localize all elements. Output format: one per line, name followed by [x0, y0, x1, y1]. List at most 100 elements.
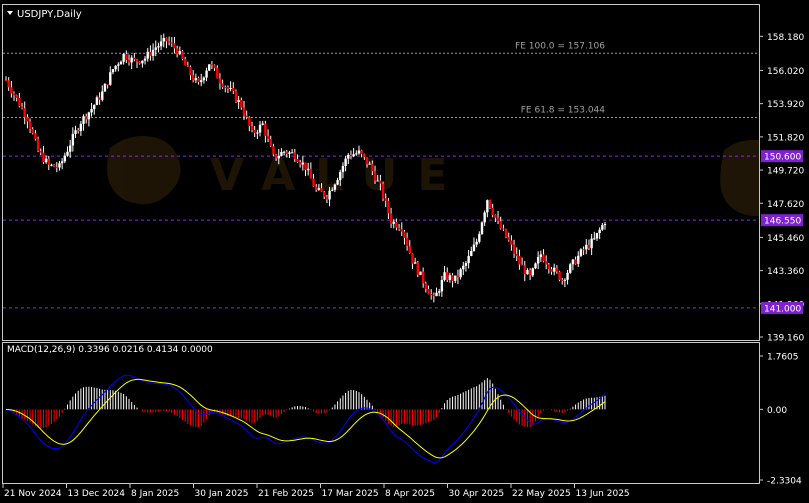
svg-text:VALUE: VALUE	[210, 150, 467, 201]
candle-bullish	[79, 123, 83, 132]
candle-bearish	[173, 43, 176, 49]
candle-bearish	[528, 270, 532, 276]
candle-bearish	[181, 51, 184, 59]
candle-bearish	[360, 150, 363, 155]
candle-bearish	[510, 240, 513, 245]
candle-bullish	[60, 161, 64, 164]
symbol-title: USDJPY,Daily	[17, 9, 82, 20]
candle-bullish	[202, 77, 206, 81]
candle-bearish	[427, 289, 430, 295]
x-tick-label: 21 Feb 2025	[258, 489, 314, 499]
candle-bearish	[512, 244, 516, 254]
candle-bearish	[138, 61, 141, 64]
candle-bullish	[539, 254, 543, 258]
candle-bearish	[451, 275, 454, 281]
candle-bearish	[31, 129, 34, 134]
candle-bearish	[191, 75, 195, 81]
price-level-badge-label: 146.550	[764, 217, 801, 227]
candle-bullish	[392, 221, 395, 224]
candle-bullish	[157, 46, 160, 48]
candle-bullish	[333, 184, 337, 190]
candle-bearish	[242, 107, 246, 116]
candle-bearish	[20, 106, 24, 109]
candle-bullish	[534, 263, 537, 269]
candle-bullish	[282, 151, 286, 153]
candle-bearish	[240, 100, 243, 108]
candle-bearish	[587, 244, 591, 249]
candle-bearish	[429, 294, 433, 296]
y-tick-label: 139.160	[767, 334, 804, 344]
candle-bearish	[269, 138, 272, 147]
candle-bullish	[438, 291, 441, 293]
candle-bearish	[515, 253, 518, 256]
candle-bearish	[10, 87, 13, 94]
candle-bullish	[194, 77, 198, 81]
candle-bullish	[109, 72, 112, 85]
candle-bullish	[154, 47, 157, 50]
candle-bearish	[304, 162, 307, 171]
candle-bullish	[44, 158, 48, 163]
fe-level-label: FE 100.0 = 157.106	[515, 41, 605, 51]
candle-bearish	[582, 249, 585, 251]
candle-bearish	[285, 151, 288, 154]
candle-bearish	[186, 65, 190, 67]
candle-bearish	[507, 237, 510, 241]
candle-bullish	[74, 130, 77, 134]
candle-bullish	[569, 264, 572, 273]
candle-bearish	[218, 78, 222, 84]
candle-bullish	[229, 87, 232, 89]
candle-bearish	[547, 264, 551, 270]
macd-y-tick-label: 0.00	[767, 406, 787, 416]
candle-bearish	[496, 217, 500, 222]
candle-bearish	[264, 123, 267, 136]
candle-bearish	[52, 164, 56, 167]
candle-bearish	[379, 180, 382, 184]
macd-indicator-label: MACD(12,26,9) 0.3396 0.0216 0.4134 0.000…	[7, 345, 213, 355]
candle-bullish	[355, 153, 358, 155]
candle-bearish	[550, 269, 553, 272]
candle-bearish	[400, 229, 403, 232]
x-tick-label: 22 May 2025	[512, 489, 571, 499]
candle-bullish	[122, 53, 125, 62]
candle-bearish	[499, 221, 502, 229]
candle-bearish	[424, 283, 428, 290]
candle-bearish	[167, 41, 171, 43]
candle-bullish	[50, 164, 53, 166]
candle-bullish	[93, 105, 96, 110]
candle-bullish	[130, 57, 133, 63]
candle-bearish	[488, 200, 492, 208]
candle-bearish	[274, 154, 278, 159]
candle-bearish	[518, 255, 521, 265]
candle-bearish	[266, 135, 270, 139]
candle-bullish	[63, 155, 67, 162]
candle-bullish	[344, 158, 347, 166]
candle-bullish	[443, 272, 446, 280]
x-tick-label: 30 Apr 2025	[449, 489, 505, 499]
candle-bullish	[336, 180, 339, 185]
candle-bearish	[389, 213, 393, 224]
symbol-header[interactable]: USDJPY,Daily	[7, 9, 82, 20]
candle-bullish	[413, 262, 417, 264]
candle-bearish	[320, 188, 323, 192]
candle-bullish	[117, 64, 120, 66]
candle-bullish	[352, 154, 355, 157]
candle-bearish	[234, 91, 238, 103]
candle-bullish	[119, 61, 123, 65]
candle-bullish	[585, 244, 588, 250]
candle-bullish	[71, 133, 75, 146]
y-tick-label: 143.360	[767, 267, 804, 277]
candle-bearish	[446, 272, 449, 280]
candle-bearish	[373, 171, 377, 181]
candle-bearish	[542, 254, 545, 262]
candle-bullish	[435, 292, 438, 297]
candle-bullish	[376, 180, 379, 182]
candle-bullish	[480, 222, 484, 234]
candle-bullish	[82, 116, 85, 124]
candle-bearish	[502, 228, 505, 230]
candle-bullish	[467, 255, 470, 264]
candle-bearish	[232, 87, 235, 92]
x-tick-label: 13 Dec 2024	[68, 489, 126, 499]
candle-bullish	[454, 275, 457, 281]
fe-level-label: FE 61.8 = 153.044	[521, 106, 606, 116]
candle-bullish	[146, 51, 149, 59]
